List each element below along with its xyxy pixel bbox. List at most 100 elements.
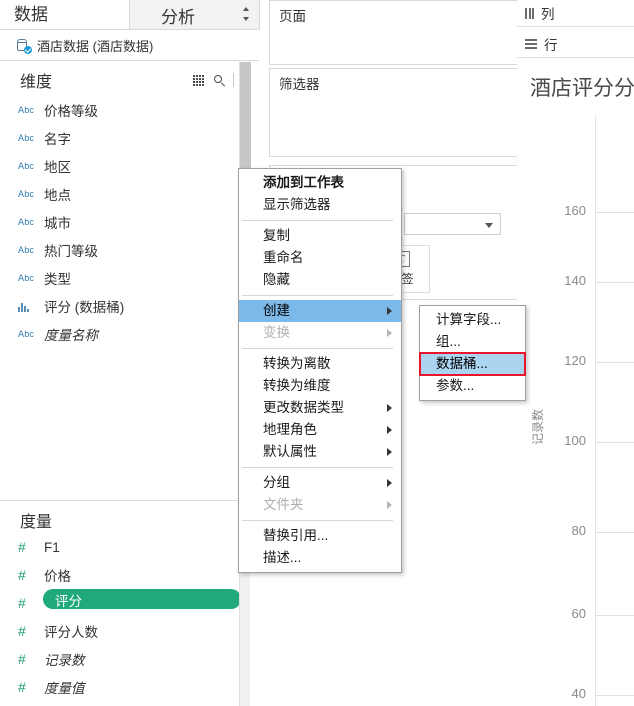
field-label: 价格 (44, 569, 71, 584)
menu-separator (242, 295, 393, 296)
y-tick-label: 60 (571, 606, 586, 621)
y-axis-line (595, 115, 596, 706)
abc-icon: Abc (18, 161, 35, 171)
dimensions-field-list: Abc 价格等级 Abc 名字 Abc 地区 Abc 地点 Abc 城市 Abc… (0, 96, 259, 348)
menu-item-describe[interactable]: 描述... (239, 547, 401, 569)
y-axis-tick: 60 (517, 606, 634, 621)
marks-type-dropdown[interactable] (404, 213, 501, 235)
field-label: F1 (44, 539, 60, 555)
abc-icon: Abc (18, 189, 35, 199)
rows-icon (525, 39, 537, 49)
y-axis-tick: 40 (517, 686, 634, 701)
rows-shelf[interactable]: 行 (517, 31, 634, 58)
tab-analysis-label: 分析 (161, 8, 195, 27)
submenu-item-calculated-field[interactable]: 计算字段... (420, 309, 525, 331)
menu-item-replace-references[interactable]: 替换引用... (239, 525, 401, 547)
field-row[interactable]: Abc 地区 (0, 152, 259, 180)
pages-shelf[interactable]: 页面 (269, 0, 518, 65)
menu-item-group-by[interactable]: 分组 (239, 472, 401, 494)
submenu-item-group[interactable]: 组... (420, 331, 525, 353)
field-label: 热门等级 (44, 244, 98, 259)
chevron-right-icon (387, 404, 392, 412)
submenu-item-parameter[interactable]: 参数... (420, 375, 525, 397)
menu-item-create-label: 创建 (263, 303, 290, 318)
y-tick-label: 40 (571, 686, 586, 701)
y-tick-label: 120 (564, 353, 586, 368)
field-row[interactable]: # 度量值 (0, 673, 259, 701)
context-menu[interactable]: 添加到工作表 显示筛选器 复制 重命名 隐藏 创建 变换 转换为离散 转换为维度… (238, 168, 402, 573)
y-axis-title: 记录数 (531, 408, 545, 445)
field-label: 地点 (44, 188, 71, 203)
field-row[interactable]: Abc 价格等级 (0, 96, 259, 124)
field-row[interactable]: Abc 类型 (0, 264, 259, 292)
menu-item-change-data-type-label: 更改数据类型 (263, 400, 344, 415)
toolbar-divider (233, 73, 234, 87)
y-tick-label: 80 (571, 523, 586, 538)
menu-item-folder-label: 文件夹 (263, 497, 304, 512)
menu-item-convert-to-dimension[interactable]: 转换为维度 (239, 375, 401, 397)
pane-tab-strip: 数据 分析 (0, 0, 260, 30)
field-row[interactable]: # 评分人数 (0, 617, 259, 645)
filters-shelf[interactable]: 筛选器 (269, 68, 518, 157)
field-row[interactable]: Abc 热门等级 (0, 236, 259, 264)
abc-icon: Abc (18, 273, 35, 283)
divider (0, 60, 259, 61)
columns-shelf[interactable]: 列 (517, 0, 634, 27)
chevron-right-icon (387, 479, 392, 487)
field-label: 评分 (数据桶) (44, 300, 125, 315)
field-label: 评分人数 (44, 625, 98, 640)
field-row[interactable]: Abc 度量名称 (0, 320, 259, 348)
create-submenu[interactable]: 计算字段... 组... 数据桶... 参数... (419, 305, 526, 401)
menu-item-geographic-role-label: 地理角色 (263, 422, 317, 437)
selected-field-pill[interactable]: 评分 (43, 589, 241, 609)
menu-item-add-to-sheet[interactable]: 添加到工作表 (239, 172, 401, 194)
abc-icon: Abc (18, 245, 35, 255)
data-source-item[interactable]: 酒店数据 (酒店数据) (0, 31, 259, 59)
menu-item-geographic-role[interactable]: 地理角色 (239, 419, 401, 441)
data-pane: 数据 分析 酒店数据 (酒店数据) 维度 Abc 价格等级 Abc 名字 Abc… (0, 0, 260, 706)
viz-title: 酒店评分分 (530, 76, 634, 100)
tab-data[interactable]: 数据 (14, 2, 48, 28)
number-icon: # (18, 567, 26, 583)
menu-item-convert-to-discrete[interactable]: 转换为离散 (239, 353, 401, 375)
menu-separator (242, 220, 393, 221)
menu-item-rename[interactable]: 重命名 (239, 247, 401, 269)
field-label: 名字 (44, 132, 71, 147)
menu-item-change-data-type[interactable]: 更改数据类型 (239, 397, 401, 419)
field-row[interactable]: # F1 (0, 533, 259, 561)
menu-item-copy[interactable]: 复制 (239, 225, 401, 247)
number-icon: # (18, 623, 26, 639)
menu-item-default-properties[interactable]: 默认属性 (239, 441, 401, 463)
dimensions-header: 维度 (0, 64, 259, 96)
y-tick-label: 160 (564, 203, 586, 218)
field-row[interactable]: # 记录数 (0, 645, 259, 673)
y-axis-tick: 140 (517, 273, 634, 288)
spinner-icon[interactable] (241, 7, 250, 21)
database-icon (16, 38, 32, 54)
filters-shelf-label: 筛选器 (279, 77, 320, 92)
field-label: 地区 (44, 160, 71, 175)
y-axis-tick: 160 (517, 203, 634, 218)
menu-separator (242, 467, 393, 468)
menu-item-hide[interactable]: 隐藏 (239, 269, 401, 291)
menu-item-folder: 文件夹 (239, 494, 401, 516)
field-row[interactable]: Abc 地点 (0, 180, 259, 208)
grid-icon[interactable] (193, 74, 206, 86)
menu-item-show-filter[interactable]: 显示筛选器 (239, 194, 401, 216)
field-row[interactable]: 评分 (数据桶) (0, 292, 259, 320)
menu-item-create[interactable]: 创建 (239, 300, 401, 322)
field-row[interactable]: Abc 名字 (0, 124, 259, 152)
y-axis-tick: 80 (517, 523, 634, 538)
dimensions-title: 维度 (20, 74, 53, 91)
y-tick-label: 140 (564, 273, 586, 288)
search-icon[interactable] (213, 74, 226, 87)
field-row[interactable]: # 价格 (0, 561, 259, 589)
chevron-right-icon (387, 426, 392, 434)
tab-analysis[interactable]: 分析 (129, 0, 260, 30)
field-row[interactable]: Abc 城市 (0, 208, 259, 236)
chevron-right-icon (387, 501, 392, 509)
chevron-right-icon (387, 329, 392, 337)
pages-shelf-label: 页面 (279, 9, 306, 24)
abc-icon: Abc (18, 217, 35, 227)
submenu-item-bins[interactable]: 数据桶... (419, 352, 526, 376)
